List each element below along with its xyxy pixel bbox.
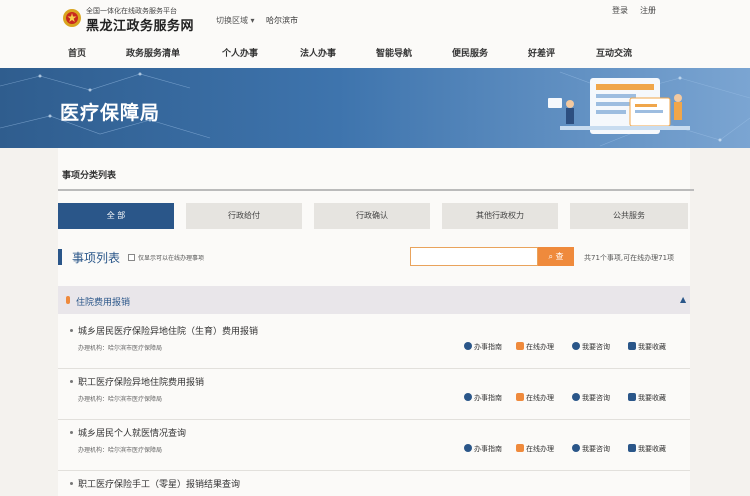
guide-icon xyxy=(464,444,472,452)
list-header: 事项列表 仅显示可以在线办理事项 ⌕ 查 共71个事项,可在线办理71项 xyxy=(58,247,694,267)
online-apply-icon xyxy=(516,444,524,452)
register-link[interactable]: 注册 xyxy=(640,5,656,16)
online-apply-label: 在线办理 xyxy=(526,445,554,453)
favorite-label: 我要收藏 xyxy=(638,445,666,453)
banner-illustration xyxy=(548,78,690,134)
consult-label: 我要咨询 xyxy=(582,394,610,402)
login-link[interactable]: 登录 xyxy=(612,5,628,16)
favorite-icon xyxy=(628,393,636,401)
category-group-header[interactable]: 住院费用报销 ▲ xyxy=(58,286,690,314)
nav-legal-person[interactable]: 法人办事 xyxy=(300,46,336,59)
favorite-link[interactable]: 我要收藏 xyxy=(628,342,666,352)
item-title[interactable]: 城乡居民医疗保险异地住院（生育）费用报销 xyxy=(78,324,258,337)
consult-link[interactable]: 我要咨询 xyxy=(572,444,610,454)
nav-convenience[interactable]: 便民服务 xyxy=(452,46,488,59)
nav-interaction[interactable]: 互动交流 xyxy=(596,46,632,59)
list-title: 事项列表 xyxy=(72,251,121,265)
online-only-label: 仅显示可以在线办理事项 xyxy=(138,255,205,262)
bullet-icon xyxy=(70,380,73,383)
region-switch[interactable]: 切换区域 ▾ xyxy=(216,15,255,26)
guide-link[interactable]: 办事指南 xyxy=(464,342,502,352)
list-item: 职工医疗保险异地住院费用报销 办理机构：哈尔滨市医疗保障局 办事指南 在线办理 … xyxy=(58,369,690,420)
online-apply-label: 在线办理 xyxy=(526,394,554,402)
guide-icon xyxy=(464,342,472,350)
nav-service-list[interactable]: 政务服务清单 xyxy=(126,46,180,59)
bullet-icon xyxy=(70,431,73,434)
group-title: 住院费用报销 xyxy=(76,298,131,308)
bullet-icon xyxy=(70,329,73,332)
bullet-icon xyxy=(70,482,73,485)
top-header: 全国一体化在线政务服务平台 黑龙江政务服务网 切换区域 ▾ 哈尔滨市 登录 注册… xyxy=(0,0,750,68)
tab-other-powers[interactable]: 其他行政权力 xyxy=(442,203,558,229)
tab-administrative-payment[interactable]: 行政给付 xyxy=(186,203,302,229)
collapse-caret-icon[interactable]: ▲ xyxy=(680,295,686,304)
online-apply-link[interactable]: 在线办理 xyxy=(516,342,554,352)
item-title[interactable]: 城乡居民个人就医情况查询 xyxy=(78,426,186,439)
main-nav: 首页 政务服务清单 个人办事 法人办事 智能导航 便民服务 好差评 互动交流 xyxy=(0,46,750,60)
chat-icon xyxy=(572,444,580,452)
banner: 医疗保障局 xyxy=(0,68,750,148)
current-city: 哈尔滨市 xyxy=(266,16,298,25)
favorite-link[interactable]: 我要收藏 xyxy=(628,444,666,454)
list-item: 职工医疗保险手工（零星）报销结果查询 xyxy=(58,471,690,496)
favorite-icon xyxy=(628,342,636,350)
nav-personal[interactable]: 个人办事 xyxy=(222,46,258,59)
banner-title: 医疗保障局 xyxy=(60,102,161,124)
nav-rating[interactable]: 好差评 xyxy=(528,46,555,59)
online-only-checkbox[interactable] xyxy=(128,254,135,261)
consult-link[interactable]: 我要咨询 xyxy=(572,393,610,403)
guide-label: 办事指南 xyxy=(474,445,502,453)
nav-smart-guide[interactable]: 智能导航 xyxy=(376,46,412,59)
online-apply-link[interactable]: 在线办理 xyxy=(516,444,554,454)
consult-link[interactable]: 我要咨询 xyxy=(572,342,610,352)
nav-home[interactable]: 首页 xyxy=(68,46,86,59)
chat-icon xyxy=(572,342,580,350)
online-apply-link[interactable]: 在线办理 xyxy=(516,393,554,403)
tab-administrative-confirmation[interactable]: 行政确认 xyxy=(314,203,430,229)
item-org: 办理机构：哈尔滨市医疗保障局 xyxy=(78,345,163,352)
favorite-label: 我要收藏 xyxy=(638,343,666,351)
tab-public-service[interactable]: 公共服务 xyxy=(570,203,688,229)
guide-link[interactable]: 办事指南 xyxy=(464,444,502,454)
emblem-icon xyxy=(63,9,81,27)
online-apply-icon xyxy=(516,342,524,350)
search-button[interactable]: ⌕ 查 xyxy=(538,247,574,266)
consult-label: 我要咨询 xyxy=(582,343,610,351)
list-item: 城乡居民医疗保险异地住院（生育）费用报销 办理机构：哈尔滨市医疗保障局 办事指南… xyxy=(58,318,690,369)
consult-label: 我要咨询 xyxy=(582,445,610,453)
brand-title: 黑龙江政务服务网 xyxy=(86,19,195,34)
guide-link[interactable]: 办事指南 xyxy=(464,393,502,403)
guide-label: 办事指南 xyxy=(474,394,502,402)
item-title[interactable]: 职工医疗保险异地住院费用报销 xyxy=(78,375,204,388)
guide-label: 办事指南 xyxy=(474,343,502,351)
item-title[interactable]: 职工医疗保险手工（零星）报销结果查询 xyxy=(78,477,240,490)
tab-all[interactable]: 全 部 xyxy=(58,203,174,229)
section-title: 事项分类列表 xyxy=(62,171,117,181)
favorite-link[interactable]: 我要收藏 xyxy=(628,393,666,403)
chat-icon xyxy=(572,393,580,401)
item-count: 共71个事项,可在线办理71项 xyxy=(584,254,675,262)
favorite-icon xyxy=(628,444,636,452)
item-org: 办理机构：哈尔滨市医疗保障局 xyxy=(78,447,163,454)
list-item: 城乡居民个人就医情况查询 办理机构：哈尔滨市医疗保障局 办事指南 在线办理 我要… xyxy=(58,420,690,471)
favorite-label: 我要收藏 xyxy=(638,394,666,402)
section-divider xyxy=(58,189,694,191)
online-apply-label: 在线办理 xyxy=(526,343,554,351)
list-title-marker xyxy=(58,249,62,265)
guide-icon xyxy=(464,393,472,401)
group-marker xyxy=(66,296,70,304)
online-apply-icon xyxy=(516,393,524,401)
item-org: 办理机构：哈尔滨市医疗保障局 xyxy=(78,396,163,403)
search-input[interactable] xyxy=(410,247,538,266)
